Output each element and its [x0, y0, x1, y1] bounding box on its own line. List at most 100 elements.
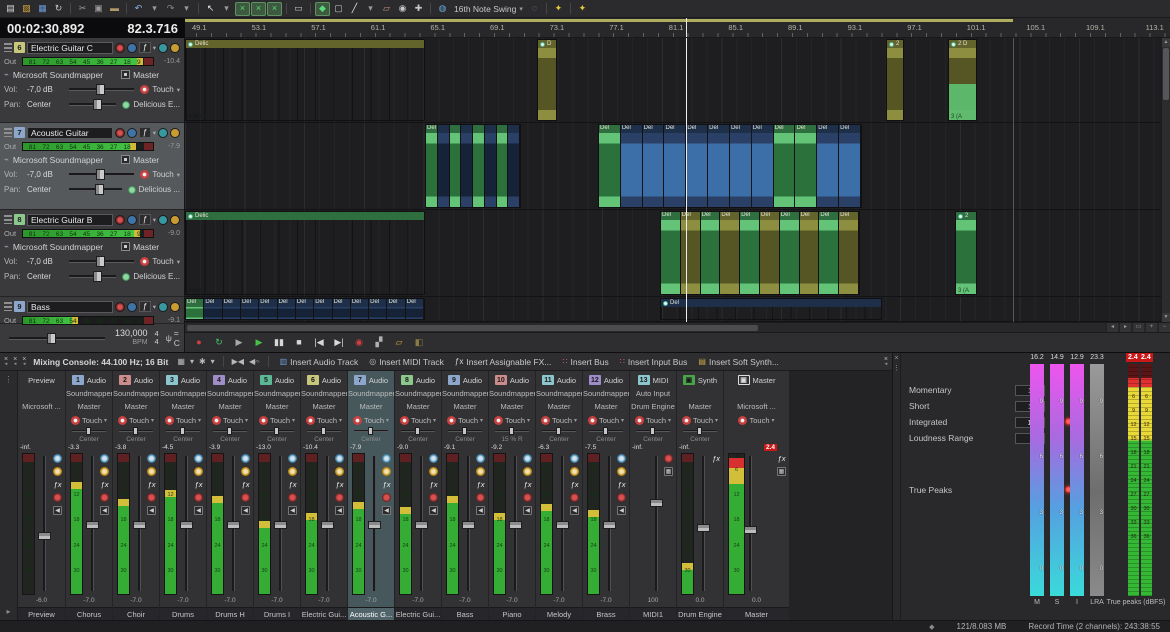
clip-segment[interactable]: Del	[259, 299, 277, 319]
clip-segment[interactable]: Del	[839, 125, 861, 207]
erase-tool-icon[interactable]: ▭	[291, 2, 306, 16]
dock-close-button[interactable]: ×◂	[22, 358, 26, 366]
fader-track[interactable]	[279, 456, 282, 591]
mixer-strip[interactable]: Preview Microsoft ... -inf. 612182430 ƒx…	[18, 371, 66, 620]
vol-value[interactable]: -7,0 dB	[27, 170, 63, 179]
strip-name[interactable]: Choir	[113, 607, 159, 620]
track-lane[interactable]: Del Del	[185, 123, 1170, 210]
fit-view-icon[interactable]: ▶◀	[232, 357, 244, 366]
mixer-strip[interactable]: 6Audio Soundmapper Master Touch▾ Center …	[301, 371, 348, 620]
automation-gear-icon[interactable]	[140, 85, 149, 94]
automation-mode[interactable]: Touch	[152, 170, 173, 179]
strip-name[interactable]: Drum Engine	[677, 607, 723, 620]
mixer-strip[interactable]: 12Audio Soundmapper Master Touch▾ Center…	[583, 371, 630, 620]
monitor-speaker-icon[interactable]: ◀𝄐	[249, 357, 260, 367]
pan-slider[interactable]	[72, 427, 106, 435]
vol-value[interactable]: -7,0 dB	[27, 85, 63, 94]
audio-clip[interactable]: 2 D 3 (A	[948, 39, 977, 121]
fader-thumb[interactable]	[415, 521, 428, 529]
fx-button[interactable]: ƒx	[712, 454, 720, 463]
pan-slider[interactable]	[69, 275, 116, 278]
mixer-strip[interactable]: 7Audio Soundmapper Master Touch▾ Center …	[348, 371, 395, 620]
clip-segment[interactable]	[461, 125, 473, 207]
fader-thumb[interactable]	[180, 521, 193, 529]
insert-soft-synth-button[interactable]: ▤Insert Soft Synth...	[695, 357, 781, 367]
fader-track[interactable]	[373, 456, 376, 591]
redo-icon[interactable]: ↷	[163, 2, 178, 16]
scroll-down-icon[interactable]: ▼	[1162, 313, 1170, 322]
record-arm-button[interactable]	[115, 43, 125, 53]
envelope-edit-icon[interactable]: ◆	[315, 2, 330, 16]
fx-button[interactable]: ƒx	[477, 480, 485, 489]
draw-tool-caret-icon[interactable]: ▾	[219, 2, 234, 16]
fader-track[interactable]	[702, 456, 705, 591]
phase-dial-icon[interactable]	[335, 454, 344, 463]
gain-dial-icon[interactable]	[288, 467, 297, 476]
vscroll-thumb[interactable]	[1163, 48, 1169, 100]
pan-slider[interactable]	[589, 427, 623, 435]
mute-button[interactable]	[127, 215, 137, 225]
pan-thumb[interactable]	[415, 427, 420, 435]
hscroll-thumb[interactable]	[187, 325, 758, 331]
pan-thumb[interactable]	[274, 427, 279, 435]
dock-close-button[interactable]: ×◂	[13, 358, 17, 366]
clip-segment[interactable]: Del	[661, 212, 681, 294]
pan-slider[interactable]	[354, 427, 388, 435]
panel-rail[interactable]: ×⋮	[893, 353, 901, 620]
strip-name[interactable]: Bass	[442, 607, 488, 620]
horizontal-scrollbar[interactable]: ◂▸▭+−	[185, 322, 1170, 332]
mixer-strip[interactable]: 11Audio Soundmapper Master Touch▾ Center…	[536, 371, 583, 620]
pan-thumb[interactable]	[227, 427, 232, 435]
strip-name[interactable]: Master	[724, 607, 789, 620]
track-bus-button[interactable]: Master	[121, 155, 159, 165]
mute-button[interactable]: ◀	[570, 506, 579, 515]
mute-button[interactable]	[127, 43, 137, 53]
track-bus-button[interactable]: Master	[121, 70, 159, 80]
clip-segment[interactable]: Del	[426, 125, 438, 207]
automation-caret-icon[interactable]: ▾	[177, 258, 180, 266]
automation-gear-icon[interactable]	[140, 257, 149, 266]
strip-automation[interactable]: Touch▾	[301, 413, 347, 427]
mute-button[interactable]: ◀	[476, 506, 485, 515]
freeze-button[interactable]	[170, 43, 180, 53]
gain-dial-icon[interactable]	[335, 467, 344, 476]
pan-thumb[interactable]	[321, 427, 326, 435]
mixer-strip[interactable]: 10Audio Soundmapper Master Touch▾ 15 % R…	[489, 371, 536, 620]
track-name-field[interactable]: Bass	[27, 301, 113, 313]
strip-name[interactable]: Drums	[160, 607, 206, 620]
clip-segment[interactable]: Del	[314, 299, 332, 319]
fader-thumb[interactable]	[86, 521, 99, 529]
pan-slider[interactable]	[69, 188, 122, 191]
phase-dial-icon[interactable]	[288, 454, 297, 463]
record-arm-button[interactable]	[115, 215, 125, 225]
play-button[interactable]: ▶	[251, 336, 267, 350]
clip-segment[interactable]: Del	[819, 212, 839, 294]
track-device[interactable]: Microsoft Soundmapper	[13, 242, 103, 252]
clip-segment[interactable]: Del	[241, 299, 259, 319]
fx-preset-name[interactable]: Delicious ...	[139, 185, 180, 194]
strip-automation[interactable]: Touch▾	[66, 413, 112, 427]
metronome-button[interactable]: ▞	[371, 336, 387, 350]
freeze-button[interactable]	[170, 215, 180, 225]
track-fx-button[interactable]: ƒ	[139, 127, 151, 138]
render-loop-icon[interactable]: ↻	[51, 2, 66, 16]
strip-automation[interactable]: Touch▾	[724, 413, 789, 427]
timeline-zoom-button[interactable]: ◂	[1106, 323, 1118, 332]
gain-dial-icon[interactable]	[523, 467, 532, 476]
view-caret-icon[interactable]: ▾	[190, 357, 194, 366]
tempo-slider[interactable]	[9, 337, 105, 340]
fader-thumb[interactable]	[227, 521, 240, 529]
track-menu-caret-icon[interactable]: ▾	[153, 44, 156, 52]
pan-thumb[interactable]	[556, 427, 561, 435]
gain-dial-icon[interactable]	[429, 467, 438, 476]
fader-track[interactable]	[514, 456, 517, 591]
clip-segment[interactable]: Del	[186, 299, 204, 319]
mixer-strip[interactable]: ▣Synth Master Touch▾ Center -inf. 612182…	[677, 371, 724, 620]
phase-button[interactable]	[158, 128, 168, 138]
strip-automation[interactable]: Touch▾	[630, 413, 676, 427]
pan-slider[interactable]	[307, 427, 341, 435]
panel-close-icon[interactable]: ×	[894, 355, 898, 362]
fader-track[interactable]	[43, 456, 46, 591]
audio-clip[interactable]: 2 3 (A	[955, 211, 977, 295]
phase-dial-icon[interactable]	[53, 454, 62, 463]
